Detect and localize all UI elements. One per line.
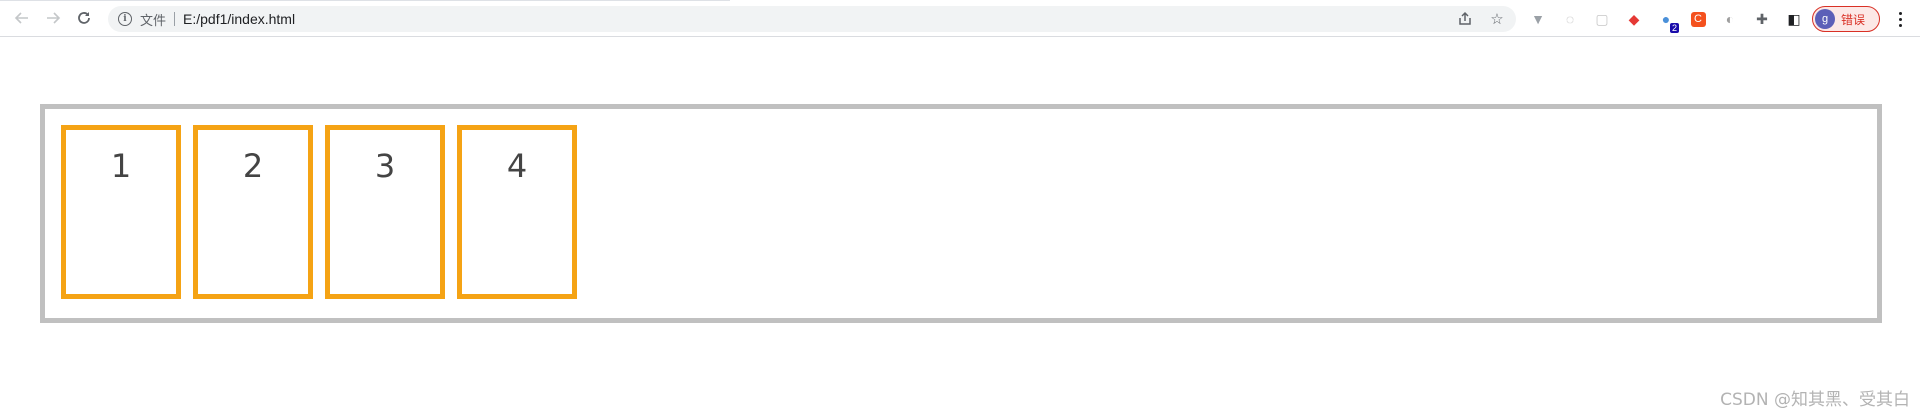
info-icon[interactable]: i xyxy=(118,12,132,26)
arrow-left-icon xyxy=(14,12,28,24)
puzzle-icon[interactable]: ✚ xyxy=(1750,7,1774,31)
flex-item-2: 2 xyxy=(193,125,313,299)
three-dots-icon[interactable] xyxy=(1890,8,1910,30)
forward-button[interactable] xyxy=(39,4,67,32)
url-text[interactable]: E:/pdf1/index.html xyxy=(183,11,295,27)
flex-item-3: 3 xyxy=(325,125,445,299)
extension-badge: 2 xyxy=(1669,23,1679,33)
omnibox-actions: ☆ xyxy=(1454,6,1508,32)
omnibox-divider xyxy=(174,12,176,26)
star-icon[interactable]: ☆ xyxy=(1486,8,1508,30)
circle-extension-icon[interactable]: ◌ xyxy=(1558,7,1582,31)
avatar: g xyxy=(1815,9,1835,29)
extensions-strip: ▼ ◌ ▢ ◆ ● 2 C ◐ ✚ ◧ xyxy=(1526,6,1806,33)
reload-button[interactable] xyxy=(70,4,98,32)
vue-devtools-icon[interactable]: ▼ xyxy=(1526,7,1550,31)
share-icon[interactable] xyxy=(1454,8,1476,30)
back-button[interactable] xyxy=(8,4,36,32)
profile-error-label: 错误 xyxy=(1841,12,1866,27)
csdn-watermark: CSDN @知其黑、受其白 xyxy=(1720,390,1910,410)
arrow-right-icon xyxy=(47,12,61,24)
globe-extension-icon[interactable]: ● 2 xyxy=(1654,7,1679,33)
side-panel-icon[interactable]: ◧ xyxy=(1782,7,1806,31)
url-scheme-label: 文件 xyxy=(140,12,167,28)
flex-item-4: 4 xyxy=(457,125,577,299)
profile-button[interactable]: g 错误 xyxy=(1812,6,1880,32)
reload-icon xyxy=(78,12,90,24)
flex-container: 1 2 3 4 xyxy=(40,104,1882,323)
dice-extension-icon[interactable]: ◆ xyxy=(1622,7,1646,31)
tab-strip-edge xyxy=(0,0,730,1)
flex-item-1: 1 xyxy=(61,125,181,299)
address-bar[interactable]: i 文件 E:/pdf1/index.html ☆ xyxy=(108,6,1516,32)
square-extension-icon[interactable]: ▢ xyxy=(1590,7,1614,31)
half-circle-extension-icon[interactable]: ◐ xyxy=(1718,7,1742,31)
c-extension-icon[interactable]: C xyxy=(1686,7,1710,31)
